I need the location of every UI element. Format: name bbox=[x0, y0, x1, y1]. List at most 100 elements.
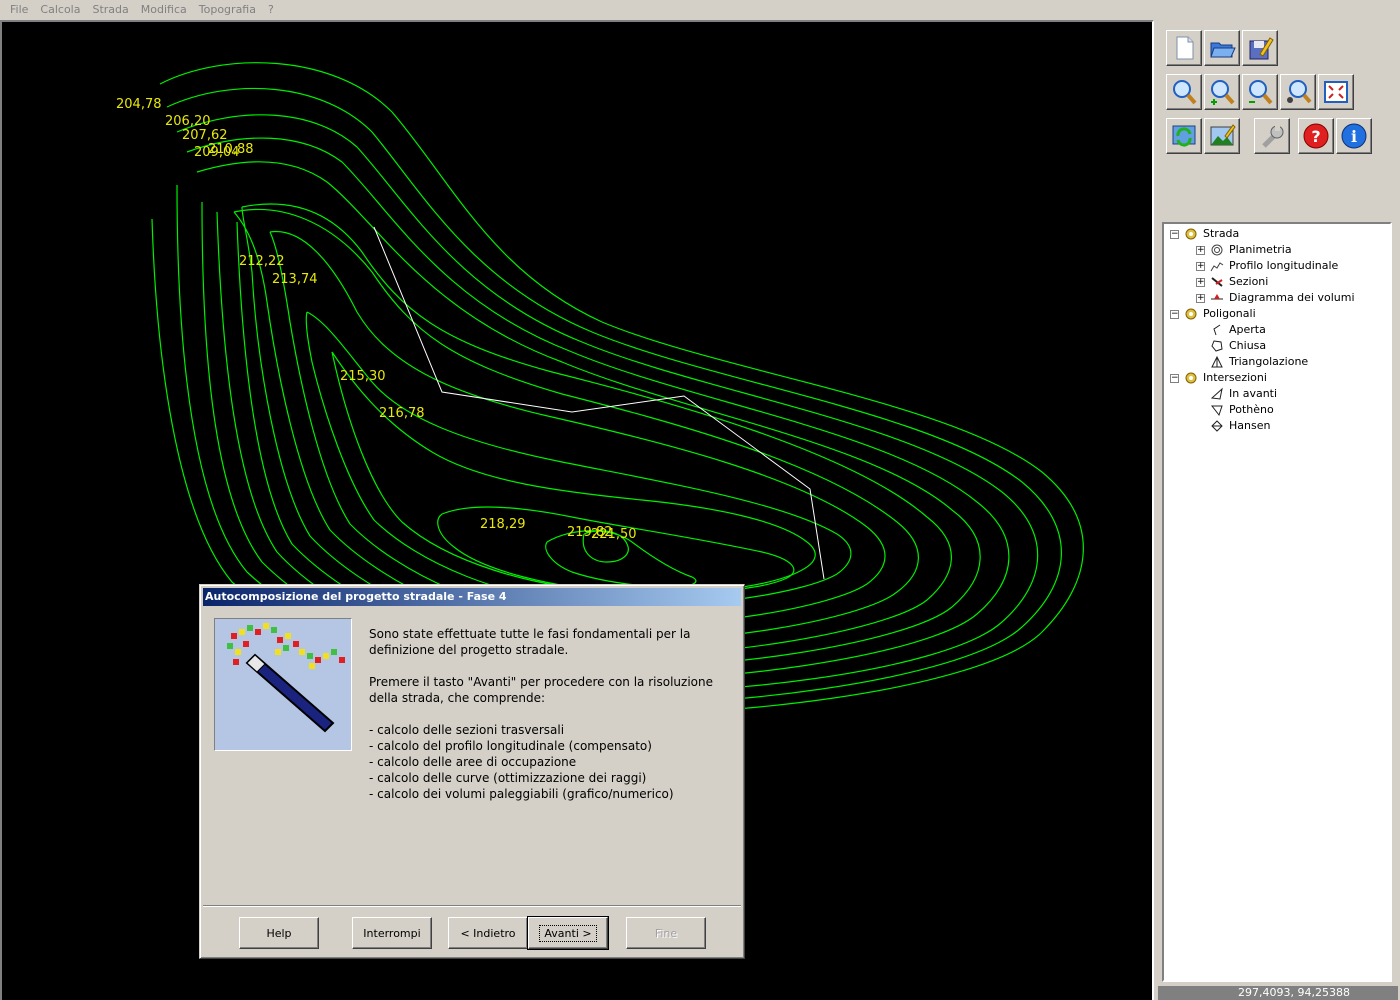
tree-item-label: Pothèno bbox=[1229, 403, 1274, 416]
zoom-in-button[interactable] bbox=[1204, 74, 1240, 110]
menu-modifica[interactable]: Modifica bbox=[135, 0, 193, 20]
elevation-labels: 204,78 206,20 207,62 209,04 210,88 212,2… bbox=[116, 97, 637, 542]
triangulation-icon bbox=[1209, 355, 1225, 369]
tree-item-hansen[interactable]: Hansen bbox=[1164, 418, 1390, 434]
expand-icon[interactable]: + bbox=[1196, 277, 1205, 287]
tree-item-chiusa[interactable]: Chiusa bbox=[1164, 338, 1390, 354]
help-button[interactable]: ? bbox=[1298, 118, 1334, 154]
planimetry-icon bbox=[1209, 243, 1225, 257]
save-edit-button[interactable] bbox=[1242, 30, 1278, 66]
coordinates-readout: 297,4093, 94,25388 bbox=[1158, 986, 1398, 1000]
help-dialog-button[interactable]: Help bbox=[239, 917, 319, 949]
wizard-paragraph: Sono state effettuate tutte le fasi fond… bbox=[369, 627, 691, 657]
tree-item-label: Planimetria bbox=[1229, 243, 1292, 256]
elevation-label: 210,88 bbox=[208, 142, 254, 157]
gear-icon bbox=[1183, 307, 1199, 321]
contour-line bbox=[233, 208, 919, 642]
tree-node-label: Intersezioni bbox=[1203, 371, 1267, 384]
collapse-icon[interactable]: − bbox=[1170, 229, 1179, 239]
gear-icon bbox=[1183, 371, 1199, 385]
tree-item-profilo[interactable]: + Profilo longitudinale bbox=[1164, 258, 1390, 274]
project-tree[interactable]: − Strada + Planimetria + Profilo longitu… bbox=[1162, 222, 1392, 982]
menu-strada[interactable]: Strada bbox=[86, 0, 134, 20]
help-icon: ? bbox=[1303, 123, 1329, 149]
tree-item-sezioni[interactable]: + Sezioni bbox=[1164, 274, 1390, 290]
tree-item-label: Diagramma dei volumi bbox=[1229, 291, 1355, 304]
open-button[interactable] bbox=[1204, 30, 1240, 66]
menu-topografia[interactable]: Topografia bbox=[193, 0, 262, 20]
elevation-label: 212,22 bbox=[239, 254, 285, 269]
elevation-label: 206,20 bbox=[165, 114, 211, 129]
right-panel: ? i − Strada + Planimetria + Profilo lon… bbox=[1156, 20, 1400, 1000]
tree-item-label: Hansen bbox=[1229, 419, 1271, 432]
elevation-label: 218,29 bbox=[480, 517, 526, 532]
tree-item-label: Aperta bbox=[1229, 323, 1266, 336]
avanti-button[interactable]: Avanti > bbox=[527, 916, 609, 950]
settings-button[interactable] bbox=[1254, 118, 1290, 154]
closed-polygon-icon bbox=[1209, 339, 1225, 353]
expand-icon[interactable]: + bbox=[1196, 245, 1205, 255]
elevation-label: 207,62 bbox=[182, 128, 228, 143]
gear-icon bbox=[1183, 227, 1199, 241]
wizard-dialog: Autocomposizione del progetto stradale -… bbox=[199, 584, 745, 959]
info-button[interactable]: i bbox=[1336, 118, 1372, 154]
wizard-text: Sono state effettuate tutte le fasi fond… bbox=[369, 626, 729, 802]
menu-calcola[interactable]: Calcola bbox=[34, 0, 86, 20]
tree-item-in-avanti[interactable]: In avanti bbox=[1164, 386, 1390, 402]
tree-item-label: Chiusa bbox=[1229, 339, 1267, 352]
refresh-icon bbox=[1172, 125, 1196, 147]
tree-item-potheno[interactable]: Pothèno bbox=[1164, 402, 1390, 418]
dialog-button-bar: Help Interrompi < Indietro Avanti > Fine bbox=[203, 905, 741, 955]
indietro-button[interactable]: < Indietro bbox=[448, 917, 528, 949]
resection-icon bbox=[1209, 403, 1225, 417]
wizard-paragraph: Premere il tasto "Avanti" per procedere … bbox=[369, 675, 713, 705]
tree-item-diagramma[interactable]: + Diagramma dei volumi bbox=[1164, 290, 1390, 306]
expand-icon[interactable]: + bbox=[1196, 293, 1205, 303]
tree-item-planimetria[interactable]: + Planimetria bbox=[1164, 242, 1390, 258]
tree-item-aperta[interactable]: Aperta bbox=[1164, 322, 1390, 338]
open-polygon-icon bbox=[1209, 323, 1225, 337]
interrompi-button[interactable]: Interrompi bbox=[352, 917, 432, 949]
zoom-out-button[interactable] bbox=[1242, 74, 1278, 110]
profile-icon bbox=[1209, 259, 1225, 273]
elevation-label: 216,78 bbox=[379, 406, 425, 421]
list-item: - calcolo delle sezioni trasversali bbox=[369, 723, 565, 737]
tree-node-poligonali[interactable]: − Poligonali bbox=[1164, 306, 1390, 322]
zoom-extents-button[interactable] bbox=[1318, 74, 1354, 110]
refresh-button[interactable] bbox=[1166, 118, 1202, 154]
expand-icon[interactable]: + bbox=[1196, 261, 1205, 271]
tree-node-strada[interactable]: − Strada bbox=[1164, 226, 1390, 242]
zoom-realtime-icon bbox=[1287, 80, 1312, 104]
open-folder-icon bbox=[1210, 42, 1236, 58]
save-edit-icon bbox=[1249, 37, 1274, 60]
menu-help[interactable]: ? bbox=[262, 0, 280, 20]
hansen-icon bbox=[1209, 419, 1225, 433]
tree-node-label: Poligonali bbox=[1203, 307, 1256, 320]
collapse-icon[interactable]: − bbox=[1170, 309, 1179, 319]
menu-file[interactable]: File bbox=[4, 0, 34, 20]
volumes-diagram-icon bbox=[1209, 291, 1225, 305]
toolbar: ? i bbox=[1164, 28, 1394, 228]
contour-line bbox=[331, 351, 816, 594]
tree-node-intersezioni[interactable]: − Intersezioni bbox=[1164, 370, 1390, 386]
dialog-title[interactable]: Autocomposizione del progetto stradale -… bbox=[203, 588, 741, 606]
zoom-in-icon bbox=[1211, 80, 1235, 105]
collapse-icon[interactable]: − bbox=[1170, 373, 1179, 383]
tree-item-label: Triangolazione bbox=[1229, 355, 1309, 368]
zoom-extents-icon bbox=[1324, 81, 1348, 103]
new-file-button[interactable] bbox=[1166, 30, 1202, 66]
zoom-window-icon bbox=[1173, 80, 1197, 105]
zoom-window-button[interactable] bbox=[1166, 74, 1202, 110]
tree-item-label: In avanti bbox=[1229, 387, 1278, 400]
elevation-label: 221,50 bbox=[591, 527, 637, 542]
magic-wand-icon bbox=[227, 623, 345, 733]
menu-bar: File Calcola Strada Modifica Topografia … bbox=[0, 0, 1400, 20]
tree-item-triangolazione[interactable]: Triangolazione bbox=[1164, 354, 1390, 370]
avanti-button-label: Avanti > bbox=[539, 924, 597, 942]
list-item: - calcolo delle aree di occupazione bbox=[369, 755, 577, 769]
forward-intersection-icon bbox=[1209, 387, 1225, 401]
sections-icon bbox=[1209, 275, 1225, 289]
image-edit-button[interactable] bbox=[1204, 118, 1240, 154]
zoom-realtime-button[interactable] bbox=[1280, 74, 1316, 110]
wrench-icon bbox=[1262, 124, 1284, 148]
